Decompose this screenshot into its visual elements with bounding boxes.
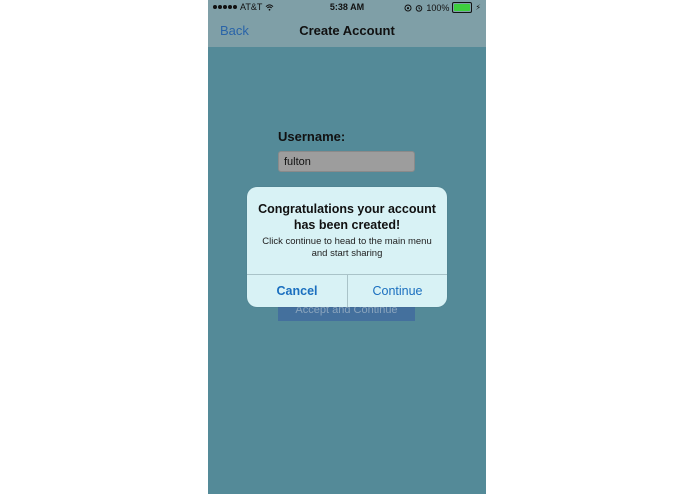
alarm-icon xyxy=(416,4,423,12)
orientation-lock-icon xyxy=(404,3,412,12)
page-title: Create Account xyxy=(299,23,395,38)
username-input[interactable] xyxy=(278,151,415,172)
alert-dialog: Congratulations your account has been cr… xyxy=(247,187,447,307)
username-label: Username: xyxy=(278,129,346,144)
battery-percent: 100% xyxy=(426,2,450,13)
phone-screen: AT&T 5:38 AM 100% ⚡ Back Create Account … xyxy=(208,0,486,494)
continue-button[interactable]: Continue xyxy=(348,275,447,307)
status-right: 100% ⚡ xyxy=(404,2,481,13)
cancel-button[interactable]: Cancel xyxy=(247,275,347,307)
alert-message: Click continue to head to the main menu … xyxy=(262,236,432,259)
status-bar: AT&T 5:38 AM 100% ⚡ xyxy=(208,0,486,16)
charging-icon: ⚡ xyxy=(475,3,481,12)
battery-icon xyxy=(452,2,473,13)
navigation-bar: Back Create Account xyxy=(208,16,486,47)
alert-title: Congratulations your account has been cr… xyxy=(258,202,436,232)
